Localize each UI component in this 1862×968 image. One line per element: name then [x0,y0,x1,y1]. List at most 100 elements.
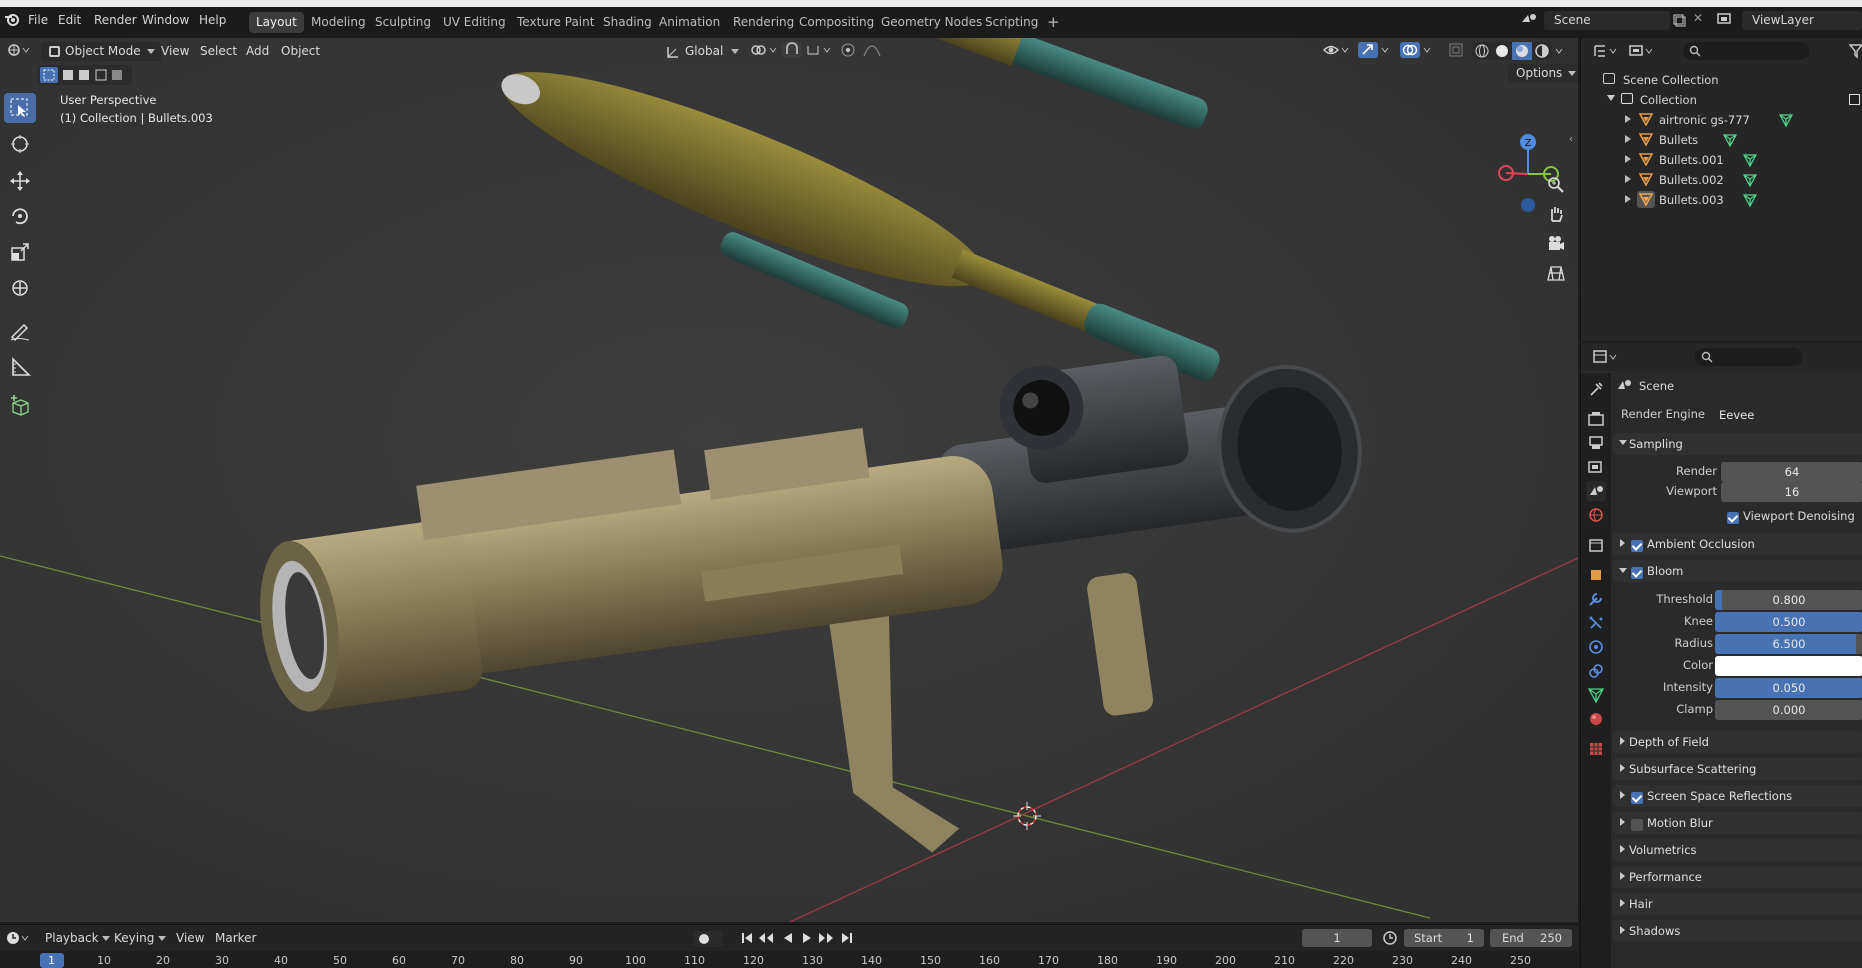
tab-layout[interactable]: Layout [249,12,304,33]
output-tab-icon[interactable] [1586,433,1606,453]
expand-arrow-icon[interactable] [1625,135,1631,143]
snap-icon[interactable] [782,42,832,61]
end-frame-field[interactable]: End 250 [1490,929,1572,947]
perspective-toggle-icon[interactable] [1543,260,1569,286]
outliner-row-scene-collection[interactable]: Scene Collection [1581,71,1862,91]
material-tab-icon[interactable] [1586,709,1606,729]
jump-keyframe-forward-button[interactable] [818,931,834,948]
menu-help[interactable]: Help [199,13,226,27]
data-tab-icon[interactable] [1586,685,1606,705]
menu-file[interactable]: File [28,13,48,27]
menu-select[interactable]: Select [200,42,237,61]
current-frame-field[interactable]: 1 [1302,929,1372,947]
jump-to-end-button[interactable] [840,931,854,948]
ambient-occlusion-panel-header[interactable]: Ambient Occlusion [1613,533,1862,555]
tab-scripting[interactable]: Scripting [978,12,1045,33]
selection-mode-buttons[interactable] [38,65,132,85]
tab-sculpting[interactable]: Sculpting [368,12,438,33]
outliner-editor-icon[interactable] [1593,43,1619,62]
outliner-row-object[interactable]: Bullets [1581,131,1862,151]
constraints-tab-icon[interactable] [1586,661,1606,681]
scene-icon[interactable] [1520,12,1538,29]
collapse-sidebar-icon[interactable]: ‹ [1569,134,1573,145]
start-frame-field[interactable]: Start 1 [1404,929,1484,947]
threshold-slider[interactable]: 0.800 [1715,590,1862,610]
menu-render[interactable]: Render [94,13,137,27]
physics-tab-icon[interactable] [1586,637,1606,657]
sampling-panel-header[interactable]: Sampling [1613,433,1862,455]
tab-texture-paint[interactable]: Texture Paint [510,12,601,33]
scene-field[interactable]: Scene [1544,11,1670,30]
transform-orientation-dropdown[interactable]: Global [663,42,741,61]
menu-object[interactable]: Object [281,42,320,61]
tab-shading[interactable]: Shading [596,12,659,33]
mode-dropdown[interactable]: Object Mode [41,42,161,61]
subsurface-scattering-panel-header[interactable]: Subsurface Scattering [1613,758,1862,780]
frame-ruler[interactable]: 1 10 20 30 40 50 60 70 80 90 100 110 120… [0,951,1578,968]
outliner-row-object-active[interactable]: Bullets.003 [1581,191,1862,211]
collection-checkbox[interactable] [1849,94,1860,105]
tab-uv-editing[interactable]: UV Editing [436,12,513,33]
camera-view-icon[interactable] [1543,230,1569,256]
viewport-denoising-row[interactable]: Viewport Denoising [1619,505,1862,527]
pan-hand-icon[interactable] [1543,201,1569,227]
motion-blur-panel-header[interactable]: Motion Blur [1613,812,1862,834]
screen-space-reflections-panel-header[interactable]: Screen Space Reflections [1613,785,1862,807]
record-button[interactable] [694,931,722,947]
render-tab-icon[interactable] [1586,409,1606,429]
render-samples-field[interactable]: 64 [1721,462,1862,482]
jump-to-start-button[interactable] [740,931,754,948]
expand-arrow-icon[interactable] [1625,115,1631,123]
scene-tab-icon[interactable] [1586,481,1606,501]
timeline-editor-icon[interactable] [6,930,32,949]
intensity-slider[interactable]: 0.050 [1715,678,1862,698]
menu-view[interactable]: View [161,42,189,61]
tab-animation[interactable]: Animation [652,12,727,33]
bloom-color-swatch[interactable] [1715,656,1862,676]
play-button[interactable] [800,931,814,948]
xray-toggle-icon[interactable] [1448,42,1464,61]
zoom-icon[interactable] [1543,172,1569,198]
outliner-search-input[interactable] [1683,42,1809,60]
add-cube-tool[interactable] [4,391,36,421]
menu-keying[interactable]: Keying [114,929,167,948]
viewlayer-icon[interactable] [1717,12,1735,29]
cursor-tool[interactable] [4,129,36,159]
editor-type-icon[interactable] [6,42,30,61]
bloom-panel-header[interactable]: Bloom [1613,560,1862,582]
gizmo-toggle-icon[interactable] [1358,42,1394,61]
3d-viewport[interactable]: Object Mode View Select Add Object Globa… [0,38,1578,922]
proportional-edit-icon[interactable] [840,42,888,61]
particles-tab-icon[interactable] [1586,613,1606,633]
viewport-denoising-checkbox[interactable] [1727,511,1739,524]
render-engine-dropdown[interactable]: Eevee [1713,405,1862,425]
viewlayer-field[interactable]: ViewLayer [1742,11,1862,30]
scale-tool[interactable] [4,237,36,267]
move-tool[interactable] [4,166,36,196]
jump-keyframe-back-button[interactable] [758,931,774,948]
clamp-field[interactable]: 0.000 [1715,700,1862,720]
object-tab-icon[interactable] [1586,565,1606,585]
outliner-row-object[interactable]: Bullets.001 [1581,151,1862,171]
expand-arrow-icon[interactable] [1625,175,1631,183]
outliner-row-collection[interactable]: Collection [1581,91,1862,111]
texture-tab-icon[interactable] [1586,739,1606,759]
menu-marker[interactable]: Marker [215,929,256,948]
tab-modeling[interactable]: Modeling [304,12,373,33]
properties-search-input[interactable] [1695,348,1803,366]
world-tab-icon[interactable] [1586,505,1606,525]
pivot-point-icon[interactable] [750,42,778,61]
rotate-tool[interactable] [4,201,36,231]
tab-compositing[interactable]: Compositing [792,12,881,33]
expand-arrow-icon[interactable] [1607,95,1615,101]
outliner-row-object[interactable]: Bullets.002 [1581,171,1862,191]
screen-space-reflections-checkbox[interactable] [1631,791,1643,804]
tool-tab-icon[interactable] [1586,379,1606,399]
annotate-tool[interactable] [4,316,36,346]
modifier-tab-icon[interactable] [1586,589,1606,609]
radius-slider[interactable]: 6.500 [1715,634,1862,654]
depth-of-field-panel-header[interactable]: Depth of Field [1613,731,1862,753]
bloom-checkbox[interactable] [1631,566,1643,579]
tab-geometry-nodes[interactable]: Geometry Nodes [874,12,989,33]
preview-range-clock-icon[interactable] [1382,930,1398,949]
